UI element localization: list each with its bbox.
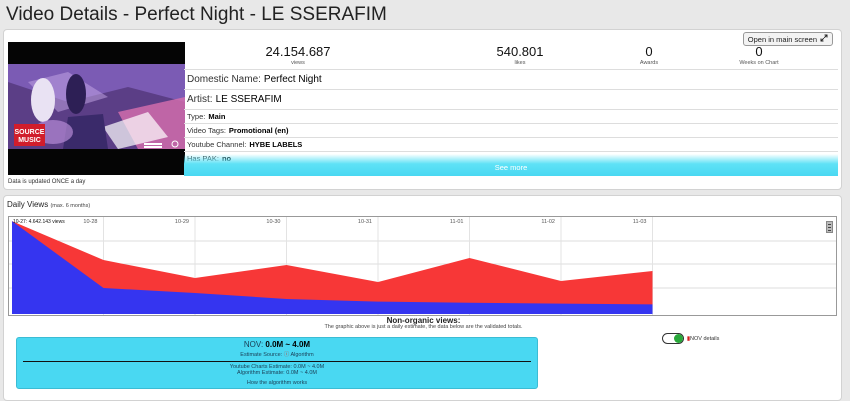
daily-views-card: Daily Views (max. 6 months) 10-28 10-29 10… xyxy=(3,195,842,401)
nov-how-link[interactable]: How the algorithm works xyxy=(17,380,537,386)
info-icon: ⓘ xyxy=(283,352,290,358)
info-type: Type: Main xyxy=(184,109,838,123)
nov-details-toggle-label: ▮NOV details xyxy=(687,336,719,342)
info-artist-value: LE SSERAFIM xyxy=(215,94,282,105)
nov-source-value: Algorithm xyxy=(290,352,314,358)
chart-menu-button[interactable] xyxy=(826,221,833,233)
nov-label: NOV: xyxy=(243,340,264,349)
stat-likes: 540.801 likes xyxy=(472,44,568,67)
info-tags-key: Video Tags: xyxy=(187,126,226,135)
chart-x-label: 11-01 xyxy=(450,219,464,225)
info-channel-value: HYBE LABELS xyxy=(249,140,303,149)
toggle-knob xyxy=(674,334,683,343)
nov-details-text: NOV details xyxy=(690,335,720,342)
chart-x-label: 10-31 xyxy=(358,219,372,225)
video-thumbnail[interactable]: SOURCE MUSIC xyxy=(8,42,185,175)
stat-views-label: views xyxy=(291,60,305,66)
chart-x-label: 10-28 xyxy=(83,219,97,225)
expand-icon xyxy=(820,34,828,44)
stat-awards-label: Awards xyxy=(639,60,659,66)
stat-views-value: 24.154.687 xyxy=(265,44,331,59)
info-type-key: Type: xyxy=(187,112,206,121)
stat-awards: 0 Awards xyxy=(604,44,694,67)
info-domestic-name-key: Domestic Name: xyxy=(187,74,261,85)
nov-box: NOV: 0.0M ~ 4.0M Estimate Source: ⓘ Algo… xyxy=(16,337,538,389)
video-details-card: SOURCE MUSIC Data is updated ONCE a day … xyxy=(3,29,842,190)
chart-annotation: 10-27: 4.642.143 views xyxy=(13,219,65,225)
daily-views-chart-svg: 10-28 10-29 10-30 10-31 11-01 11-02 11-03 10-27… xyxy=(9,217,836,315)
info-channel: Youtube Channel: HYBE LABELS xyxy=(184,137,838,151)
nov-main: NOV: 0.0M ~ 4.0M xyxy=(17,340,537,349)
stat-weeks-value: 0 xyxy=(755,44,763,59)
daily-views-title: Daily Views xyxy=(7,200,49,209)
stat-awards-value: 0 xyxy=(645,44,653,59)
nov-details-toggle-wrap: ▮NOV details xyxy=(662,333,719,344)
nov-divider xyxy=(23,361,531,362)
nov-algorithm-estimate: Algorithm Estimate: 0.0M ~ 4.0M xyxy=(237,370,317,376)
logo-text-2: MUSIC xyxy=(18,137,41,144)
daily-views-chart: 10-28 10-29 10-30 10-31 11-01 11-02 11-03 10-27… xyxy=(8,216,837,316)
chart-x-label: 11-03 xyxy=(633,219,647,225)
stat-views: 24.154.687 views xyxy=(250,44,346,67)
stat-weeks: 0 Weeks on Chart xyxy=(714,44,804,67)
logo-text-1: SOURCE xyxy=(15,129,45,136)
chart-x-label: 11-02 xyxy=(541,219,555,225)
page-title: Video Details - Perfect Night - LE SSERA… xyxy=(6,4,387,25)
update-note: Data is updated ONCE a day xyxy=(8,179,86,185)
daily-views-heading: Daily Views (max. 6 months) xyxy=(7,200,90,209)
stat-likes-label: likes xyxy=(514,60,526,66)
see-more-button[interactable]: See more xyxy=(184,154,838,176)
stat-weeks-label: Weeks on Chart xyxy=(739,60,779,66)
see-more-label: See more xyxy=(494,163,528,172)
nov-note: The graphic above is just a daily estima… xyxy=(324,324,523,330)
nov-details-toggle[interactable] xyxy=(662,333,684,344)
chart-x-label: 10-30 xyxy=(266,219,280,225)
nov-source-label: Estimate Source: xyxy=(240,352,283,358)
info-tags-value: Promotional (en) xyxy=(228,126,289,135)
open-main-screen-label: Open in main screen xyxy=(747,34,817,44)
info-artist: Artist: LE SSERAFIM xyxy=(184,89,838,109)
nov-source: Estimate Source: ⓘ Algorithm xyxy=(17,350,537,358)
open-main-screen-button[interactable]: Open in main screen xyxy=(742,32,833,46)
info-domestic-name-value: Perfect Night xyxy=(263,74,322,85)
info-domestic-name: Domestic Name: Perfect Night xyxy=(184,69,838,89)
stat-likes-value: 540.801 xyxy=(496,44,544,59)
info-type-value: Main xyxy=(208,112,226,121)
video-info-list: Domestic Name: Perfect Night Artist: LE … xyxy=(184,69,838,165)
daily-views-subtitle: (max. 6 months) xyxy=(50,203,91,209)
info-artist-key: Artist: xyxy=(187,94,213,105)
nov-value: 0.0M ~ 4.0M xyxy=(265,340,311,349)
info-tags: Video Tags: Promotional (en) xyxy=(184,123,838,137)
chart-x-label: 10-29 xyxy=(175,219,189,225)
info-channel-key: Youtube Channel: xyxy=(187,140,247,149)
video-thumbnail-image: SOURCE MUSIC xyxy=(8,42,185,175)
